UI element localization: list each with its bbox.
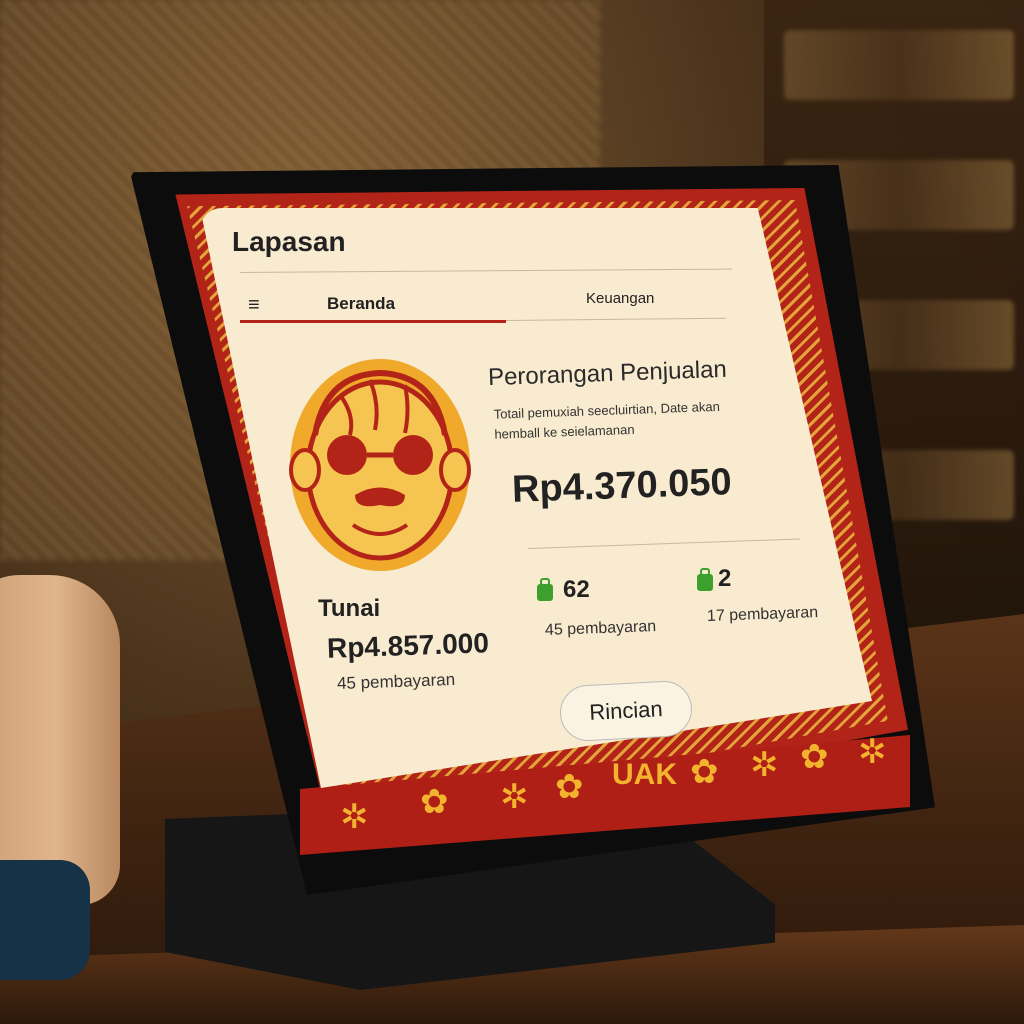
merchant-avatar [289,359,471,571]
flower-motif-icon: ✿ [800,738,829,776]
menu-icon[interactable]: ≡ [248,294,260,317]
stat-value-1: 62 [563,576,590,603]
tab-beranda[interactable]: Beranda [327,294,395,314]
tab-keuangan[interactable]: Keuangan [586,290,654,307]
cash-amount: Rp4.857.000 [326,627,490,664]
details-button[interactable]: Rincian [558,679,694,743]
cash-label: Tunai [318,595,381,622]
cash-payment-count: 45 pembayaran [336,669,456,694]
flower-motif-icon: ✲ [750,746,779,784]
flower-motif-icon: ✲ [500,778,529,816]
flower-motif-icon: ✿ [420,783,449,821]
sales-total: Rp4.370.050 [511,461,733,511]
active-tab-indicator [240,320,506,323]
flower-motif-icon: ✲ [858,733,887,771]
app-title: Lapasan [232,226,346,257]
stat-value-2: 2 [718,565,732,592]
green-bag-icon [697,568,713,591]
customer-sleeve [0,860,90,980]
green-bag-icon [537,578,553,601]
border-text: UAK [612,758,677,791]
flower-motif-icon: ✿ [555,768,584,806]
flower-motif-icon: ✲ [340,798,369,836]
customer-hand [0,575,120,905]
flower-motif-icon: ✿ [690,753,719,791]
